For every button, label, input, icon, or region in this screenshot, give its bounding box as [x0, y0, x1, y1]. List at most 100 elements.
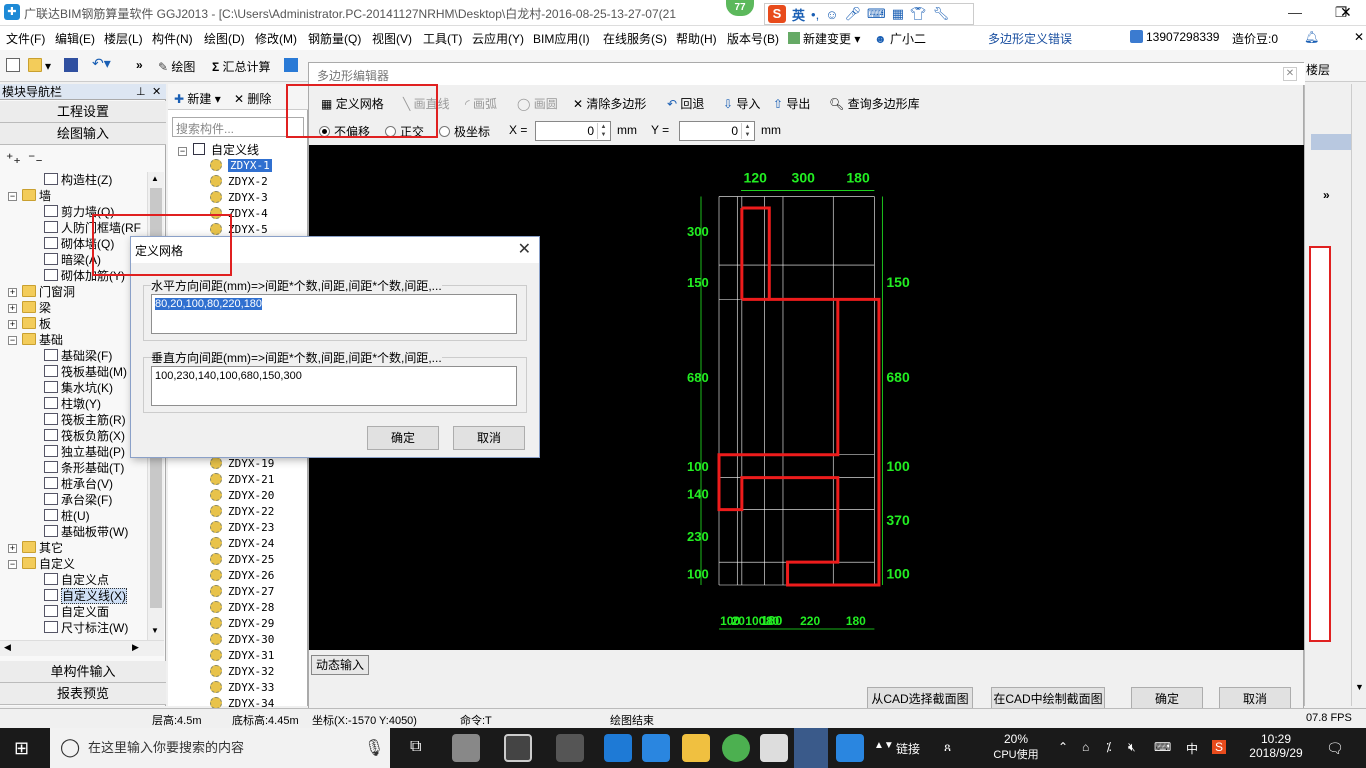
draw-arc-button[interactable]: ◜ 画弧 [465, 95, 497, 112]
tree-expand-icon[interactable]: + [8, 288, 17, 297]
draw-button[interactable]: ✎ 绘图 [158, 58, 195, 75]
undo-icon[interactable]: ↶▾ [92, 55, 111, 72]
360-browser-icon[interactable] [722, 734, 750, 762]
polar-radio[interactable]: 极坐标 [439, 123, 490, 140]
y-spinner[interactable]: ▲ ▼ [741, 123, 753, 139]
component-search-input[interactable]: 搜索构件... [172, 117, 304, 137]
user-account[interactable]: 13907298339 [1130, 30, 1219, 44]
menu-draw[interactable]: 绘图(D) [204, 30, 245, 47]
tree-expand-icon[interactable]: − [8, 336, 17, 345]
component-item[interactable]: ZDYX-29 [210, 616, 274, 632]
component-item[interactable]: ZDYX-19 [210, 456, 274, 472]
sogou-logo-icon[interactable]: S [768, 5, 786, 23]
menu-online[interactable]: 在线服务(S) [603, 30, 667, 47]
mail-icon[interactable] [760, 734, 788, 762]
right-scrollbar[interactable]: ▼ [1351, 84, 1366, 706]
microphone-icon[interactable]: 🎤︎ [844, 6, 861, 22]
save-icon[interactable] [64, 58, 81, 73]
component-item[interactable]: ZDYX-1 [210, 158, 272, 174]
input-language[interactable]: 中 [1186, 740, 1198, 757]
punctuation-icon[interactable]: •, [811, 7, 819, 22]
tree-folder[interactable]: − 墙 [8, 188, 51, 204]
tree-item[interactable]: 基础梁(F) [44, 348, 112, 364]
delete-component-button[interactable]: ✕ 删除 [234, 90, 271, 107]
draw-input-button[interactable]: 绘图输入 [0, 123, 166, 145]
component-item[interactable]: ZDYX-3 [210, 190, 268, 206]
menu-tools[interactable]: 工具(T) [423, 30, 462, 47]
cortana-circle-icon[interactable]: ◯ [60, 737, 80, 758]
notification-bell-icon[interactable]: 🔔︎ [1304, 30, 1319, 44]
expand-panel-icon[interactable]: » [1323, 188, 1330, 202]
fan-app-icon[interactable] [452, 734, 480, 762]
close-window-icon[interactable]: ✕ [1340, 4, 1352, 21]
tree-item[interactable]: 自定义线(X) [44, 588, 127, 604]
menu-close-icon[interactable]: ✕ [1354, 30, 1364, 44]
clock[interactable]: 10:29 2018/9/29 [1244, 732, 1308, 760]
scroll-down-icon[interactable]: ▼ [151, 626, 159, 635]
export-button[interactable]: ⇧ 导出 [773, 95, 810, 112]
y-input[interactable]: 0 ▲ ▼ [679, 121, 755, 141]
component-item[interactable]: ZDYX-23 [210, 520, 274, 536]
edge-icon[interactable] [604, 734, 632, 762]
tree-item[interactable]: 筏板主筋(R) [44, 412, 126, 428]
editor-close-button[interactable]: ✕ [1283, 67, 1297, 81]
tree-folder[interactable]: + 板 [8, 316, 51, 332]
tree-expand-icon[interactable]: + [8, 320, 17, 329]
component-item[interactable]: ZDYX-32 [210, 664, 274, 680]
floor-label[interactable]: 楼层 [1306, 61, 1330, 78]
sum-button[interactable]: Σ 汇总计算 [212, 58, 271, 75]
menu-bim[interactable]: BIM应用(I) [533, 30, 590, 47]
browser-app-icon[interactable] [556, 734, 584, 762]
pin-icon[interactable]: ⊥ [136, 85, 146, 98]
menu-cloud[interactable]: 云应用(Y) [472, 30, 524, 47]
tree-item[interactable]: 桩承台(V) [44, 476, 113, 492]
component-item[interactable]: ZDYX-25 [210, 552, 274, 568]
skin-icon[interactable]: 👕︎ [910, 6, 927, 22]
tree-folder[interactable]: − 自定义 [8, 556, 75, 572]
ime-mode-label[interactable]: 英 [792, 5, 805, 24]
tree-item[interactable]: 筏板负筋(X) [44, 428, 125, 444]
network-link-label[interactable]: 链接 [896, 740, 920, 757]
ime-toolbar[interactable]: S 英 •, ☺ 🎤︎ ⌨ ▦ 👕︎ 🔧︎ [764, 3, 974, 25]
volume-muted-icon[interactable]: 🔇︎ [1128, 740, 1136, 755]
draw-circle-button[interactable]: ◯ 画圆 [517, 95, 558, 112]
tree-folder[interactable]: + 梁 [8, 300, 51, 316]
menu-view[interactable]: 视图(V) [372, 30, 412, 47]
minimize-button[interactable]: — [1272, 0, 1318, 26]
tree-item[interactable]: 条形基础(T) [44, 460, 124, 476]
menu-file[interactable]: 文件(F) [6, 30, 45, 47]
nav-close-icon[interactable]: ✕ [152, 85, 161, 98]
more-icon[interactable]: » [136, 58, 143, 72]
tray-chevron-icon[interactable]: ⌃ [1058, 740, 1068, 754]
x-spinner[interactable]: ▲ ▼ [597, 123, 609, 139]
windows-start-icon[interactable]: ⊞ [14, 738, 29, 759]
tree-item[interactable]: 构造柱(Z) [44, 172, 112, 188]
component-item[interactable]: ZDYX-20 [210, 488, 274, 504]
tree-item[interactable]: 尺寸标注(W) [44, 620, 128, 636]
component-item[interactable]: ZDYX-26 [210, 568, 274, 584]
apps-icon[interactable]: ▦ [892, 6, 904, 22]
component-item[interactable]: ZDYX-31 [210, 648, 274, 664]
custom-line-root[interactable]: − 自定义线 [178, 142, 259, 158]
tree-item[interactable]: 自定义点 [44, 572, 109, 588]
new-change-menu[interactable]: 新建变更 ▾ [788, 30, 860, 47]
report-preview-button[interactable]: 报表预览 [0, 683, 166, 705]
glodon-g-icon[interactable] [836, 734, 864, 762]
glodon-active-app-icon[interactable] [794, 728, 828, 768]
emoji-icon[interactable]: ☺ [825, 7, 838, 22]
tree-expand-icon[interactable]: + [8, 544, 17, 553]
new-file-icon[interactable] [6, 58, 23, 73]
tree-item[interactable]: 筏板基础(M) [44, 364, 127, 380]
keyboard-tray-icon[interactable]: ⌨ [1154, 740, 1171, 754]
tree-expand-icon[interactable]: − [8, 192, 17, 201]
assistant-menu[interactable]: ☻ 广小二 [874, 30, 926, 47]
tree-item[interactable]: 集水坑(K) [44, 380, 113, 396]
component-item[interactable]: ZDYX-2 [210, 174, 268, 190]
component-item[interactable]: ZDYX-21 [210, 472, 274, 488]
tray-expand-icon[interactable]: ▲▼ [874, 740, 894, 751]
polygon-error-link[interactable]: 多边形定义错误 [988, 30, 1072, 47]
menu-edit[interactable]: 编辑(E) [55, 30, 95, 47]
new-component-button[interactable]: ✚ 新建 ▾ [174, 90, 221, 107]
wifi-icon[interactable]: ⁒ [1106, 740, 1111, 754]
tree-item[interactable]: 自定义面 [44, 604, 109, 620]
